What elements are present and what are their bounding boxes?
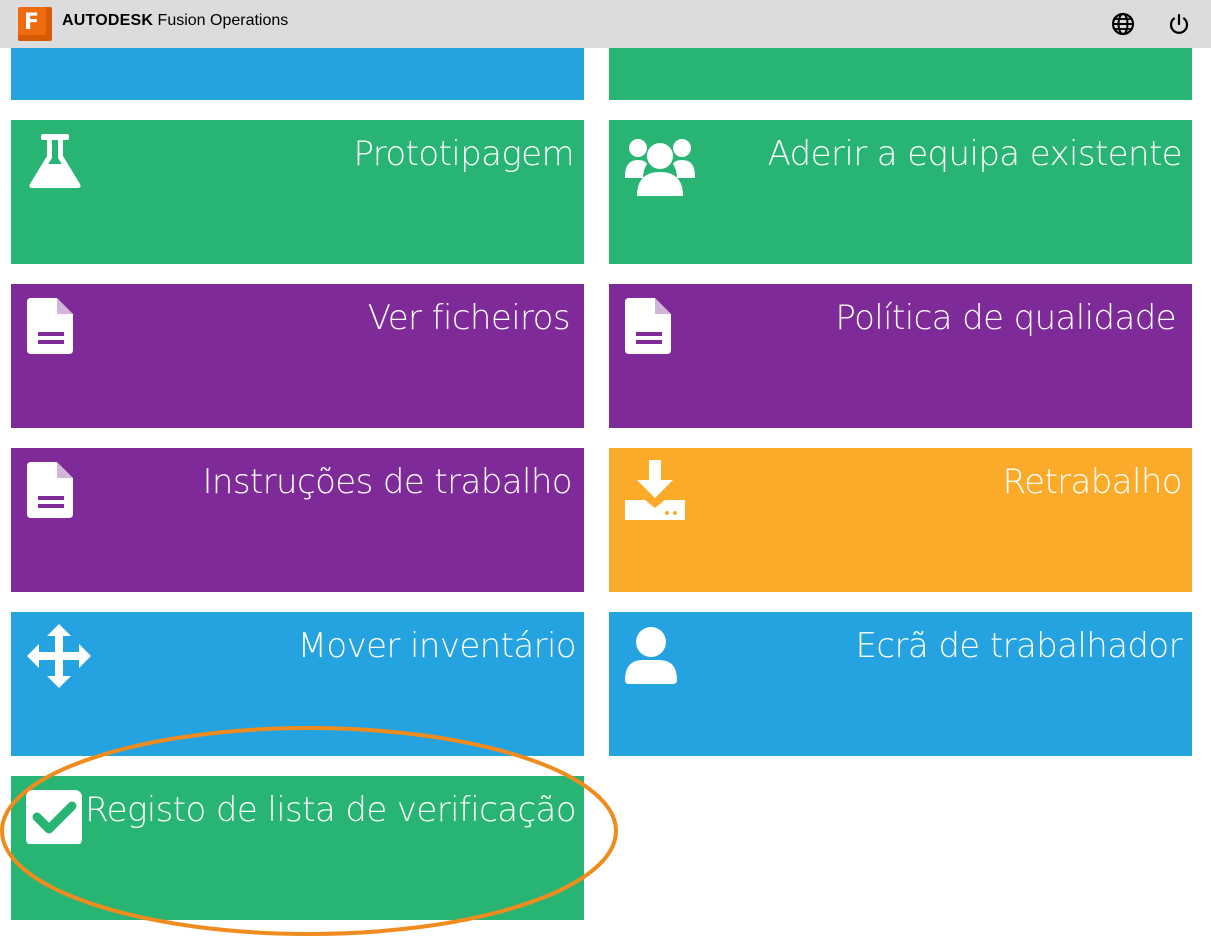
tile-ecra-trabalhador[interactable]: Ecrã de trabalhador: [609, 612, 1192, 756]
fusion-logo: F: [18, 7, 52, 41]
tile-mover-inventario[interactable]: Mover inventário: [11, 612, 584, 756]
tile-ver-ficheiros[interactable]: Ver ficheiros: [11, 284, 584, 428]
tile-retrabalho[interactable]: Retrabalho: [609, 448, 1192, 592]
tile-aderir-equipa[interactable]: Aderir a equipa existente: [609, 120, 1192, 264]
brand-title: AUTODESK Fusion Operations: [62, 12, 288, 30]
tile-partial-left[interactable]: [11, 48, 584, 100]
flask-icon: [25, 130, 85, 197]
file-icon: [25, 294, 77, 361]
tile-label: Aderir a equipa existente: [767, 134, 1183, 174]
top-bar: F AUTODESK Fusion Operations: [0, 0, 1211, 48]
power-icon[interactable]: [1166, 11, 1192, 37]
download-tray-icon: [623, 458, 687, 525]
tile-instrucoes-trabalho[interactable]: Instruções de trabalho: [11, 448, 584, 592]
user-icon: [623, 622, 679, 689]
product-name: Fusion Operations: [157, 12, 289, 29]
tile-registo-lista-verificacao[interactable]: Registo de lista de verificação: [11, 776, 584, 920]
logo-letter: F: [24, 10, 40, 35]
move-arrows-icon: [25, 622, 93, 695]
tile-label: Política de qualidade: [835, 298, 1176, 338]
tile-politica-qualidade[interactable]: Política de qualidade: [609, 284, 1192, 428]
tile-prototipagem[interactable]: Prototipagem: [11, 120, 584, 264]
tile-label: Instruções de trabalho: [202, 462, 572, 502]
tile-label: Retrabalho: [1002, 462, 1183, 502]
tile-label: Registo de lista de verificação: [85, 790, 576, 830]
file-icon: [623, 294, 675, 361]
tile-label: Ecrã de trabalhador: [855, 626, 1183, 666]
tile-label: Ver ficheiros: [367, 298, 571, 338]
file-icon: [25, 458, 77, 525]
tile-label: Mover inventário: [297, 626, 577, 666]
tile-label: Prototipagem: [353, 134, 574, 174]
brand-name: AUTODESK: [62, 12, 154, 29]
globe-icon[interactable]: [1110, 11, 1136, 37]
checkbox-icon: [25, 786, 83, 849]
users-icon: [623, 130, 697, 205]
tile-partial-right[interactable]: [609, 48, 1192, 100]
